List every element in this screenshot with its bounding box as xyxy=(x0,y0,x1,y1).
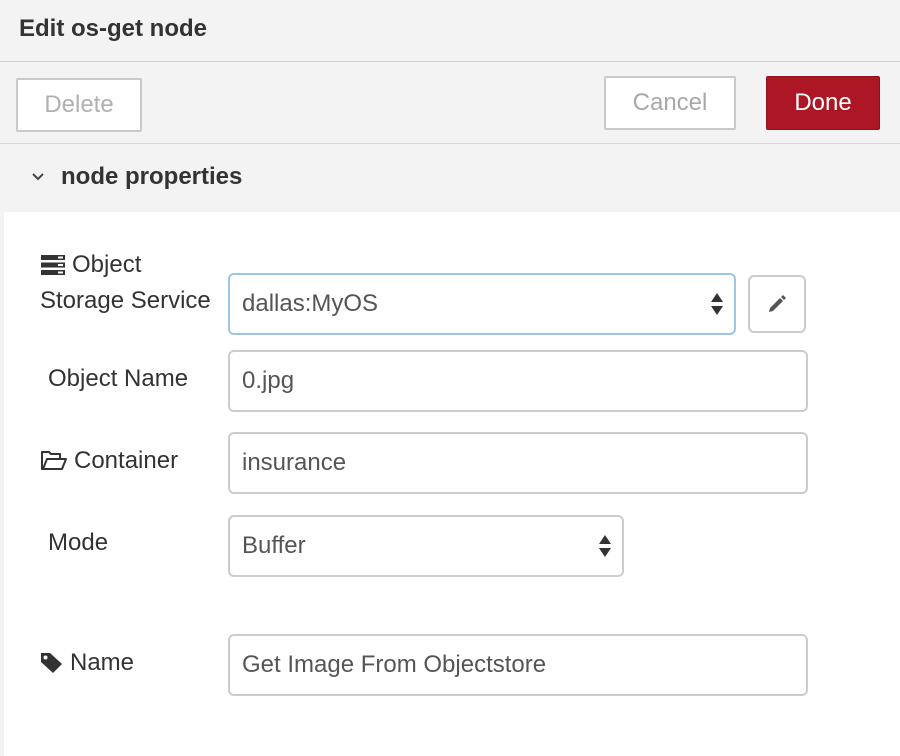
select-arrows-icon xyxy=(711,293,723,315)
service-label-line2: Storage Service xyxy=(40,287,211,314)
object-name-value: 0.jpg xyxy=(242,367,295,394)
panel-edge xyxy=(0,144,4,756)
object-name-label: Object Name xyxy=(48,365,189,392)
service-label: Object xyxy=(40,247,141,283)
container-value: insurance xyxy=(242,449,347,476)
name-label: Name xyxy=(40,645,134,681)
cancel-button[interactable]: Cancel xyxy=(604,76,736,130)
name-input[interactable]: Get Image From Objectstore xyxy=(228,634,808,696)
service-value: dallas:MyOS xyxy=(242,290,379,317)
name-value: Get Image From Objectstore xyxy=(242,651,547,678)
tray-toolbar: Delete Cancel Done xyxy=(0,62,900,144)
container-input[interactable]: insurance xyxy=(228,432,808,494)
select-arrows-icon xyxy=(599,535,611,557)
delete-button[interactable]: Delete xyxy=(16,78,142,132)
tag-icon xyxy=(41,653,62,673)
mode-label: Mode xyxy=(48,529,109,556)
chevron-down-icon xyxy=(32,173,44,181)
object-name-input[interactable]: 0.jpg xyxy=(228,350,808,412)
folder-open-icon xyxy=(41,451,67,470)
done-button[interactable]: Done xyxy=(766,76,880,130)
mode-value: Buffer xyxy=(242,532,306,559)
container-label: Container xyxy=(40,443,178,479)
container-label-text: Container xyxy=(74,447,179,474)
service-label-line1: Object xyxy=(72,251,142,278)
tray-title: Edit os-get node xyxy=(19,15,207,42)
edit-service-button[interactable] xyxy=(748,275,806,333)
mode-select[interactable]: Buffer xyxy=(228,515,624,577)
server-icon xyxy=(41,255,65,275)
name-label-text: Name xyxy=(70,649,135,676)
pencil-icon xyxy=(769,295,786,312)
section-header-node-properties[interactable]: node properties xyxy=(4,144,900,212)
section-title: node properties xyxy=(61,163,243,190)
tray-header: Edit os-get node xyxy=(0,0,900,62)
service-select[interactable]: dallas:MyOS xyxy=(228,273,736,335)
